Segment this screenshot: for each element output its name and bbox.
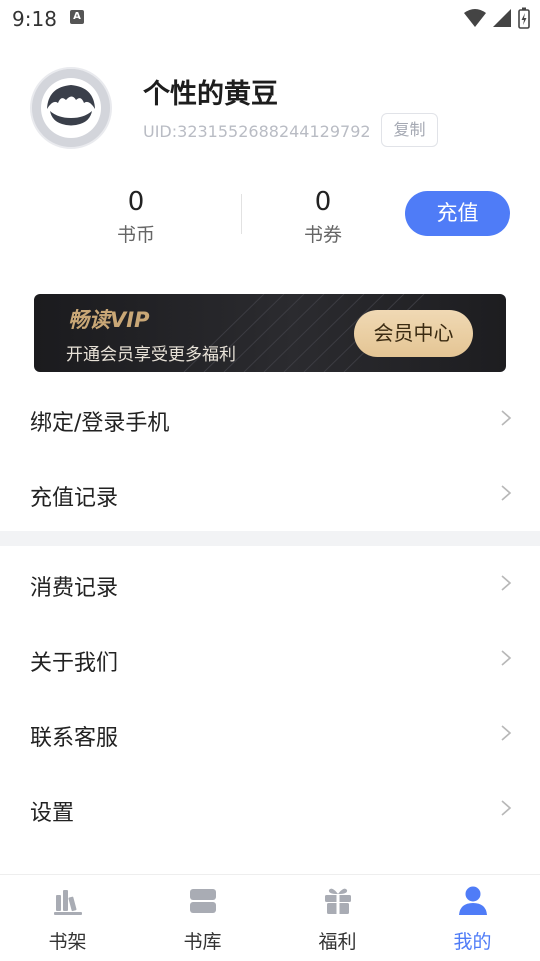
bottom-nav: 书架 书库 福利 我的 <box>0 874 540 961</box>
signal-icon <box>493 9 511 27</box>
coins-stat[interactable]: 0 书币 <box>81 186 191 247</box>
status-indicators <box>464 7 530 29</box>
avatar[interactable] <box>30 67 112 149</box>
menu-item-about-us[interactable]: 关于我们 <box>0 621 540 696</box>
menu-item-label: 绑定/登录手机 <box>30 411 170 436</box>
vip-title: 畅读VIP <box>68 308 150 332</box>
nav-label: 书架 <box>48 931 87 953</box>
nav-tab-welfare[interactable]: 福利 <box>270 875 405 961</box>
vouchers-stat[interactable]: 0 书券 <box>268 186 378 247</box>
coins-value: 0 <box>127 187 145 217</box>
menu-item-label: 关于我们 <box>30 651 119 676</box>
bookshelf-icon <box>53 890 82 915</box>
recharge-button[interactable]: 充值 <box>405 191 510 236</box>
avatar-placeholder-icon <box>32 69 110 147</box>
chevron-right-icon <box>501 485 512 501</box>
gift-icon <box>324 888 351 914</box>
nav-label: 我的 <box>453 931 492 953</box>
section-separator <box>0 531 540 546</box>
nav-label: 书库 <box>183 931 222 953</box>
vip-banner[interactable]: 畅读VIP 开通会员享受更多福利 会员中心 <box>34 294 506 372</box>
status-bar: 9:18 A <box>0 0 540 36</box>
menu-item-label: 联系客服 <box>30 726 119 751</box>
chevron-right-icon <box>501 725 512 741</box>
menu-item-customer-service[interactable]: 联系客服 <box>0 696 540 771</box>
username: 个性的黄豆 <box>143 79 278 110</box>
notification-icon: A <box>70 10 84 24</box>
menu-item-recharge-history[interactable]: 充值记录 <box>0 456 540 531</box>
wifi-icon <box>464 9 486 27</box>
library-icon <box>189 889 216 913</box>
battery-icon <box>518 7 530 29</box>
menu-item-label: 充值记录 <box>30 486 119 511</box>
menu-item-label: 消费记录 <box>30 576 119 601</box>
user-id: UID:3231552688244129792 <box>143 122 371 141</box>
nav-tab-bookshelf[interactable]: 书架 <box>0 875 135 961</box>
menu-item-bind-phone[interactable]: 绑定/登录手机 <box>0 381 540 456</box>
vip-subtitle: 开通会员享受更多福利 <box>66 345 236 365</box>
chevron-right-icon <box>501 410 512 426</box>
nav-tab-library[interactable]: 书库 <box>135 875 270 961</box>
user-icon <box>458 886 487 915</box>
status-time: 9:18 <box>12 7 57 31</box>
vouchers-value: 0 <box>314 187 332 217</box>
nav-tab-mine[interactable]: 我的 <box>405 875 540 961</box>
member-center-button[interactable]: 会员中心 <box>354 310 473 357</box>
copy-uid-button[interactable]: 复制 <box>381 113 438 147</box>
chevron-right-icon <box>501 800 512 816</box>
chevron-right-icon <box>501 650 512 666</box>
menu-item-label: 设置 <box>30 801 75 826</box>
menu-item-settings[interactable]: 设置 <box>0 771 540 846</box>
vouchers-label: 书券 <box>303 224 342 246</box>
menu-item-consumption-history[interactable]: 消费记录 <box>0 546 540 621</box>
coins-label: 书币 <box>116 224 155 246</box>
chevron-right-icon <box>501 575 512 591</box>
stats-divider <box>241 194 242 234</box>
nav-label: 福利 <box>318 931 357 953</box>
